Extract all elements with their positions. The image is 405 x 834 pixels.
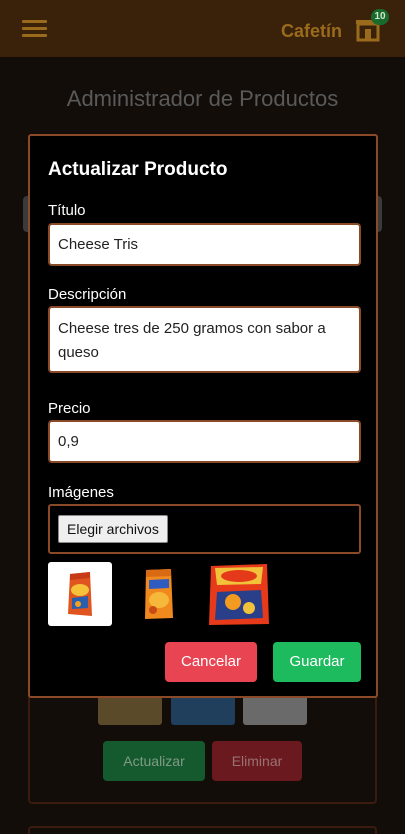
images-label: Imágenes xyxy=(48,484,114,501)
product-card xyxy=(28,826,377,834)
brand-name[interactable]: Cafetín xyxy=(281,21,342,42)
choose-files-button[interactable]: Elegir archivos xyxy=(58,515,168,543)
title-label: Título xyxy=(48,202,86,219)
page-title: Administrador de Productos xyxy=(66,86,339,111)
description-label: Descripción xyxy=(48,286,127,303)
product-image-thumb[interactable] xyxy=(203,562,275,626)
save-button[interactable]: Guardar xyxy=(273,642,361,682)
delete-product-button[interactable]: Eliminar xyxy=(212,741,302,781)
cancel-button[interactable]: Cancelar xyxy=(165,642,257,682)
product-image-thumb[interactable] xyxy=(127,562,191,626)
product-image-thumb xyxy=(243,697,307,725)
product-image-thumb xyxy=(98,697,162,725)
product-image-thumb xyxy=(171,697,235,725)
price-label: Precio xyxy=(48,400,91,417)
price-input[interactable]: 0,9 xyxy=(48,420,361,463)
menu-bar xyxy=(22,27,47,30)
menu-bar xyxy=(22,20,47,23)
update-product-button[interactable]: Actualizar xyxy=(103,741,205,781)
modal-title: Actualizar Producto xyxy=(48,159,228,180)
top-navbar: Cafetín 10 xyxy=(0,0,405,57)
menu-bar xyxy=(22,34,47,37)
description-textarea[interactable]: Cheese tres de 250 gramos con sabor a qu… xyxy=(48,306,361,373)
title-input[interactable]: Cheese Tris xyxy=(48,223,361,266)
file-input[interactable]: Elegir archivos xyxy=(48,504,361,554)
product-image-thumb[interactable] xyxy=(48,562,112,626)
update-product-modal: Actualizar Producto Título Cheese Tris D… xyxy=(28,134,378,698)
hamburger-icon[interactable] xyxy=(22,18,47,38)
cart-count-badge: 10 xyxy=(371,9,389,25)
